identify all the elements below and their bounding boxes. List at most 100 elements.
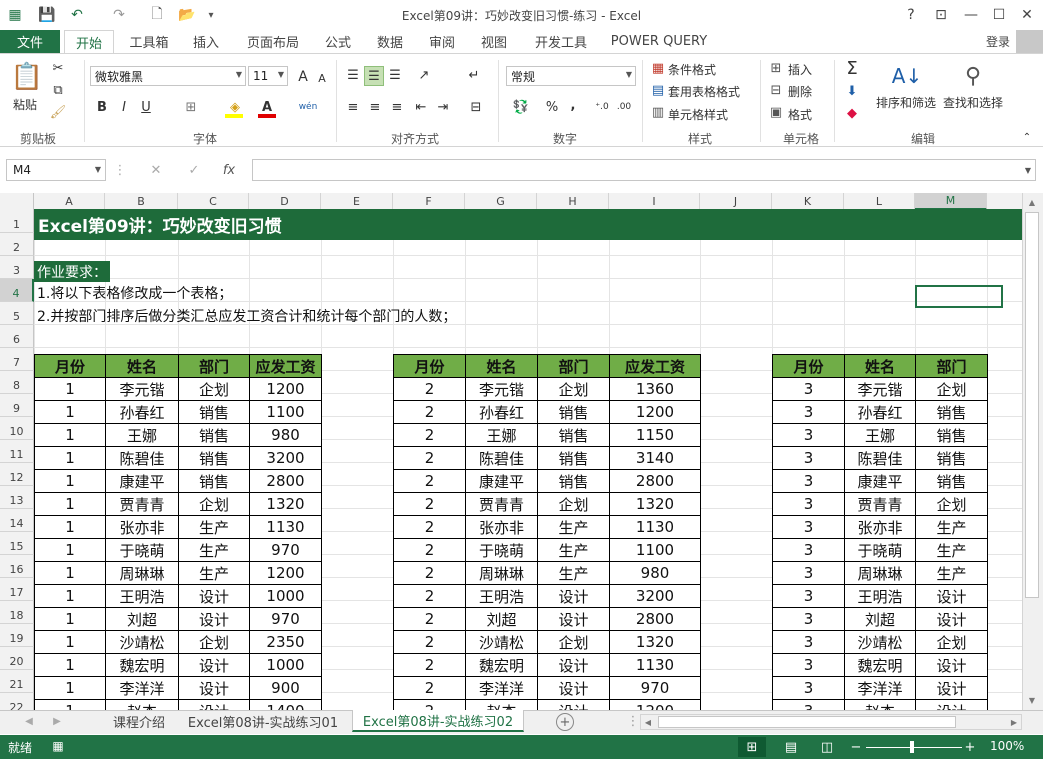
conditional-format-button[interactable]: 条件格式 bbox=[668, 61, 716, 78]
table-cell[interactable]: 企划 bbox=[915, 630, 988, 654]
format-cells-button[interactable]: 格式 bbox=[788, 106, 812, 123]
table-cell[interactable]: 2800 bbox=[609, 607, 701, 631]
shrink-font-icon[interactable]: A bbox=[314, 70, 330, 86]
select-all-corner[interactable] bbox=[0, 193, 34, 210]
font-name-combo[interactable]: 微软雅黑 ▼ bbox=[90, 66, 246, 86]
column-header-I[interactable]: I bbox=[609, 193, 700, 210]
row-header-1[interactable]: 1 bbox=[0, 210, 34, 233]
table-cell[interactable]: 企划 bbox=[537, 377, 610, 401]
row-header-2[interactable]: 2 bbox=[0, 233, 34, 256]
table-cell[interactable]: 生产 bbox=[178, 515, 250, 539]
table-cell[interactable]: 康建平 bbox=[105, 469, 179, 493]
prev-sheet-icon[interactable]: ◀ bbox=[22, 714, 36, 728]
tab-home[interactable]: 开始 bbox=[64, 30, 114, 54]
minimize-button[interactable]: — bbox=[956, 2, 986, 28]
table-cell[interactable]: 2 bbox=[393, 446, 466, 470]
table-cell[interactable]: 1000 bbox=[249, 584, 322, 608]
scroll-down-icon[interactable]: ▼ bbox=[1025, 694, 1039, 706]
table-cell[interactable]: 销售 bbox=[915, 423, 988, 447]
align-center-icon[interactable]: ≡ bbox=[366, 98, 384, 116]
table-cell[interactable]: 2 bbox=[393, 515, 466, 539]
merge-center-icon[interactable]: ⊟ bbox=[464, 98, 488, 116]
table-cell[interactable]: 设计 bbox=[178, 699, 250, 710]
table-cell[interactable]: 设计 bbox=[178, 676, 250, 700]
row-header-13[interactable]: 13 bbox=[0, 486, 34, 509]
table-cell[interactable]: 贾青青 bbox=[844, 492, 916, 516]
row-header-20[interactable]: 20 bbox=[0, 647, 34, 670]
table-cell[interactable]: 赵杰 bbox=[465, 699, 538, 710]
italic-button[interactable]: I bbox=[116, 98, 132, 116]
delete-cells-button[interactable]: 删除 bbox=[788, 83, 812, 100]
decrease-decimal-icon[interactable]: .00 bbox=[614, 98, 634, 116]
row-header-21[interactable]: 21 bbox=[0, 670, 34, 693]
table-cell[interactable]: 贾青青 bbox=[465, 492, 538, 516]
table-cell[interactable]: 销售 bbox=[537, 400, 610, 424]
table-cell[interactable]: 3 bbox=[772, 423, 845, 447]
table-cell[interactable]: 王明浩 bbox=[465, 584, 538, 608]
table-cell[interactable]: 3140 bbox=[609, 446, 701, 470]
table-cell[interactable]: 于晓萌 bbox=[105, 538, 179, 562]
table-cell[interactable]: 孙春红 bbox=[844, 400, 916, 424]
maximize-button[interactable]: ☐ bbox=[984, 2, 1014, 28]
orientation-icon[interactable]: ↗ bbox=[412, 66, 436, 84]
zoom-slider-thumb[interactable] bbox=[910, 741, 914, 753]
table-cell[interactable]: 2800 bbox=[609, 469, 701, 493]
align-left-icon[interactable]: ≡ bbox=[344, 98, 362, 116]
table-cell[interactable]: 3 bbox=[772, 699, 845, 710]
selected-cell-M4[interactable] bbox=[915, 285, 1003, 308]
table-cell[interactable]: 970 bbox=[249, 538, 322, 562]
table-cell[interactable]: 赵杰 bbox=[105, 699, 179, 710]
table-cell[interactable]: 销售 bbox=[537, 423, 610, 447]
column-header-K[interactable]: K bbox=[772, 193, 844, 210]
table-cell[interactable]: 康建平 bbox=[465, 469, 538, 493]
table-cell[interactable]: 2 bbox=[393, 538, 466, 562]
table-cell[interactable]: 970 bbox=[609, 676, 701, 700]
scroll-right-icon[interactable]: ▶ bbox=[1008, 716, 1020, 728]
grow-font-icon[interactable]: A bbox=[294, 68, 312, 86]
row-header-11[interactable]: 11 bbox=[0, 440, 34, 463]
tab-formulas[interactable]: 公式 bbox=[318, 30, 358, 53]
table-cell[interactable]: 张亦非 bbox=[844, 515, 916, 539]
zoom-in-icon[interactable]: + bbox=[964, 738, 976, 756]
column-header-D[interactable]: D bbox=[249, 193, 321, 210]
row-header-7[interactable]: 7 bbox=[0, 348, 34, 371]
table-cell[interactable]: 魏宏明 bbox=[105, 653, 179, 677]
table-cell[interactable]: 1400 bbox=[249, 699, 322, 710]
tab-split-icon[interactable]: ⋮ bbox=[627, 714, 640, 729]
table-cell[interactable]: 赵杰 bbox=[844, 699, 916, 710]
align-right-icon[interactable]: ≡ bbox=[388, 98, 406, 116]
table-cell[interactable]: 1 bbox=[34, 676, 106, 700]
name-box[interactable]: M4 bbox=[6, 159, 106, 181]
table-cell[interactable]: 1150 bbox=[609, 423, 701, 447]
table-cell[interactable]: 2 bbox=[393, 653, 466, 677]
table-cell[interactable]: 于晓萌 bbox=[465, 538, 538, 562]
format-as-table-button[interactable]: 套用表格格式 bbox=[668, 83, 740, 100]
row-header-19[interactable]: 19 bbox=[0, 624, 34, 647]
table-cell[interactable]: 孙春红 bbox=[105, 400, 179, 424]
table-cell[interactable]: 2 bbox=[393, 561, 466, 585]
table-cell[interactable]: 周琳琳 bbox=[105, 561, 179, 585]
zoom-level[interactable]: 100% bbox=[990, 739, 1024, 753]
table-cell[interactable]: 设计 bbox=[915, 699, 988, 710]
normal-view-icon[interactable]: ⊞ bbox=[738, 737, 766, 757]
page-break-view-icon[interactable]: ◫ bbox=[816, 737, 838, 757]
clear-icon[interactable]: ◆ bbox=[842, 104, 862, 122]
confirm-icon[interactable]: ✓ bbox=[184, 160, 204, 180]
copy-icon[interactable]: ⧉ bbox=[48, 80, 68, 100]
table-cell[interactable]: 3200 bbox=[249, 446, 322, 470]
underline-button[interactable]: U bbox=[138, 98, 154, 116]
table-cell[interactable]: 2800 bbox=[249, 469, 322, 493]
accounting-format-icon[interactable]: 💱 bbox=[508, 98, 534, 116]
table-cell[interactable]: 康建平 bbox=[844, 469, 916, 493]
sheet-tab-lesson08-02[interactable]: Excel第08讲-实战练习02 bbox=[352, 710, 524, 732]
insert-cells-button[interactable]: 插入 bbox=[788, 61, 812, 78]
row-header-3[interactable]: 3 bbox=[0, 256, 34, 279]
table-cell[interactable]: 1130 bbox=[609, 515, 701, 539]
column-header-L[interactable]: L bbox=[844, 193, 915, 210]
tab-toolbox[interactable]: 工具箱 bbox=[124, 30, 174, 53]
row-header-6[interactable]: 6 bbox=[0, 325, 34, 348]
percent-button[interactable]: % bbox=[544, 98, 560, 116]
column-header-G[interactable]: G bbox=[465, 193, 537, 210]
tab-file[interactable]: 文件 bbox=[0, 30, 60, 53]
row-header-18[interactable]: 18 bbox=[0, 601, 34, 624]
